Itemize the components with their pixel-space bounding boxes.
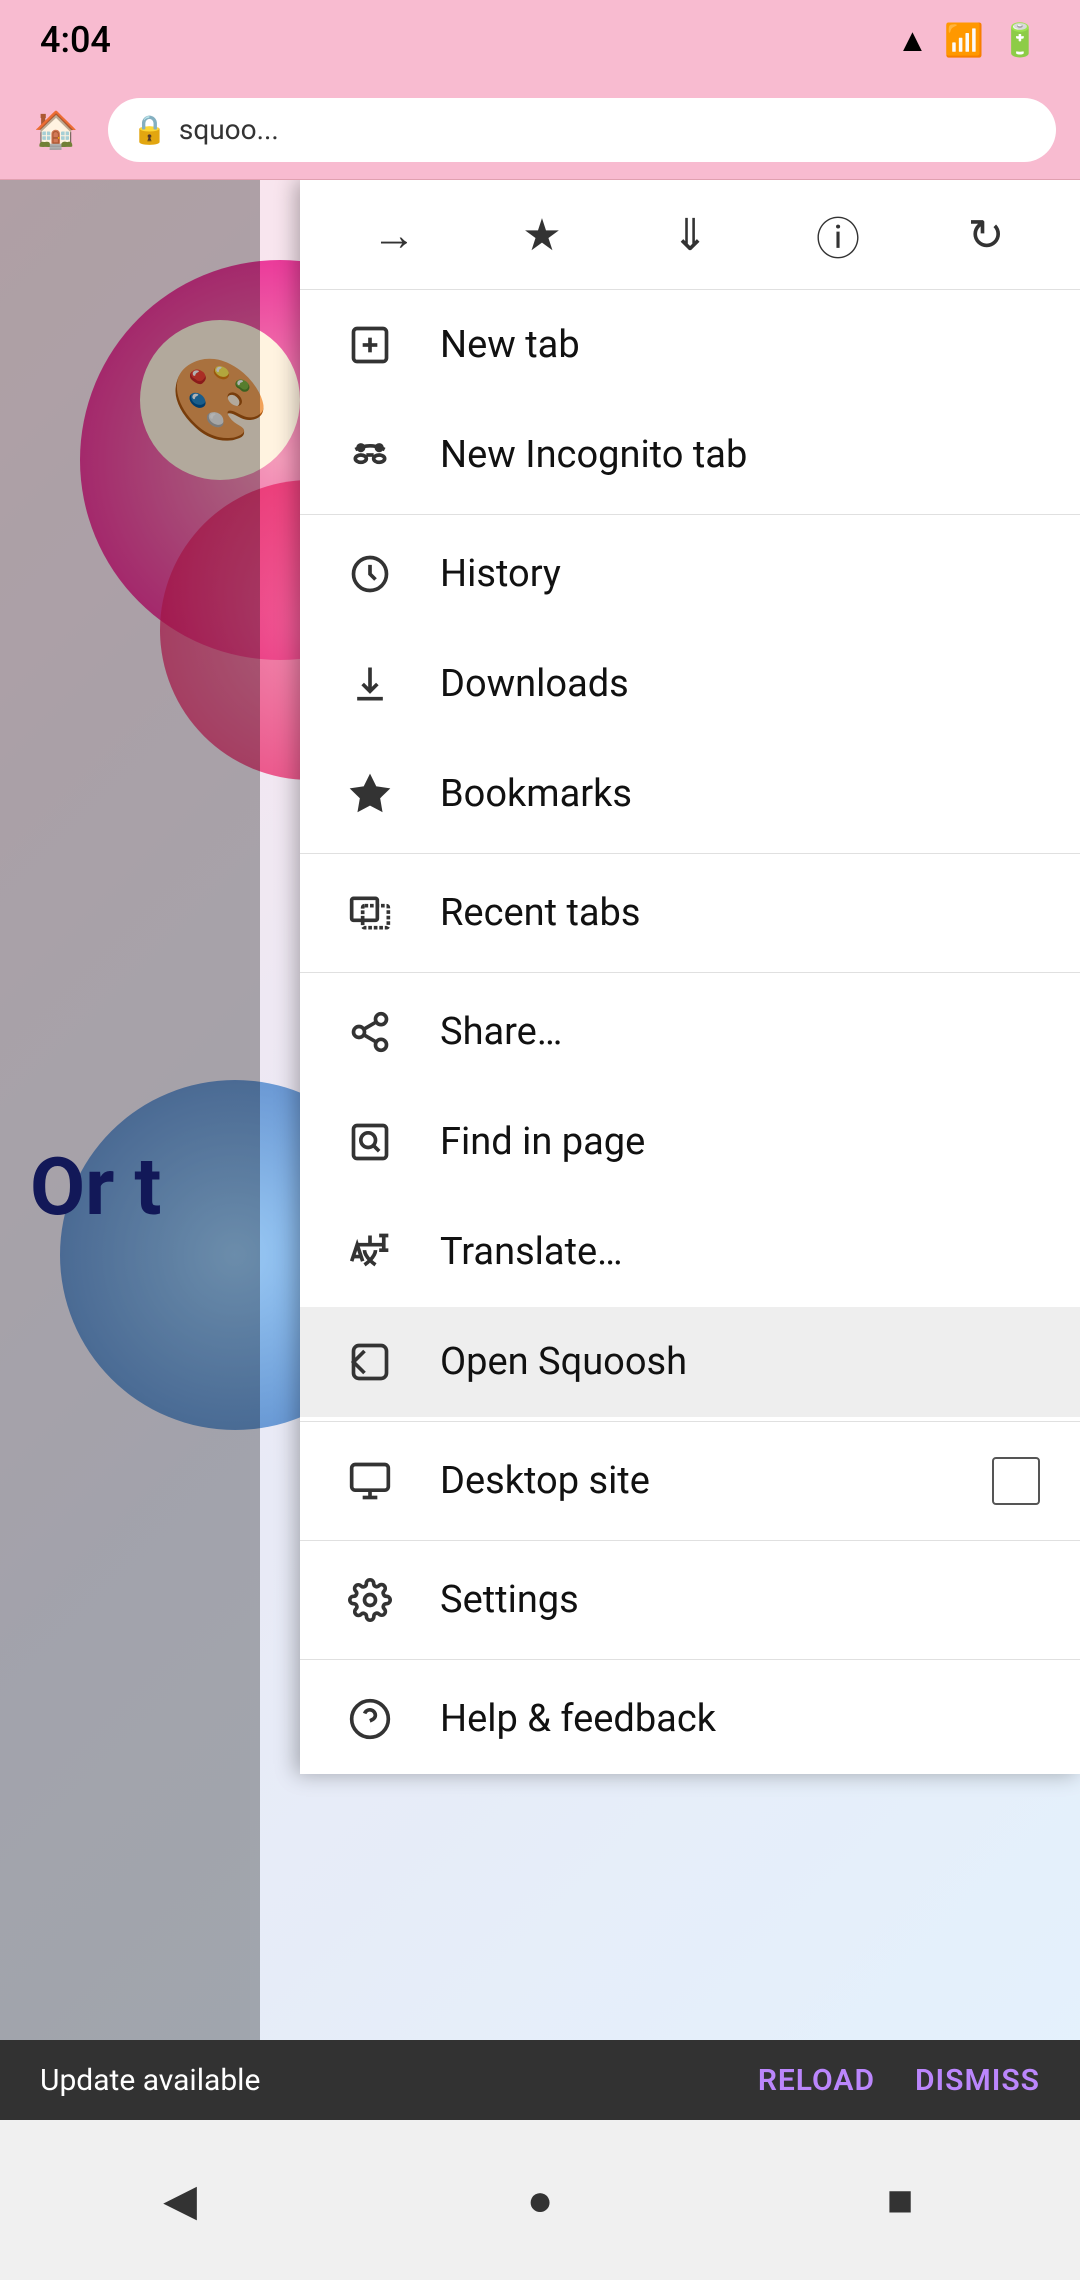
translate-icon bbox=[340, 1222, 400, 1282]
menu-items: New tab New Incognito tab History Downloads… bbox=[300, 290, 1080, 1774]
menu-divider bbox=[300, 1540, 1080, 1541]
bookmark-button[interactable]: ★ bbox=[502, 195, 582, 275]
menu-item-label-help-feedback: Help & feedback bbox=[440, 1697, 1040, 1741]
menu-divider bbox=[300, 1659, 1080, 1660]
menu-item-label-find-in-page: Find in page bbox=[440, 1120, 1040, 1164]
menu-divider bbox=[300, 853, 1080, 854]
menu-item-translate[interactable]: Translate… bbox=[300, 1197, 1080, 1307]
desktop-site-checkbox[interactable] bbox=[992, 1457, 1040, 1505]
address-bar: 🏠 🔒 squoo... bbox=[0, 80, 1080, 180]
page-background: 🎨 Or t → ★ ⇓ ⓘ ↻ New tabNew Incognito ta… bbox=[0, 180, 1080, 2280]
signal-icon: ▲ bbox=[897, 21, 929, 59]
bookmark-star-icon: ★ bbox=[522, 209, 561, 261]
menu-item-new-tab[interactable]: New tab bbox=[300, 290, 1080, 400]
menu-item-downloads[interactable]: Downloads bbox=[300, 629, 1080, 739]
square-button[interactable]: ■ bbox=[860, 2160, 940, 2240]
wifi-icon: 📶 bbox=[944, 21, 984, 59]
square-icon: ■ bbox=[887, 2174, 914, 2226]
circle-button[interactable]: ● bbox=[500, 2160, 580, 2240]
menu-item-desktop-site[interactable]: Desktop site bbox=[300, 1426, 1080, 1536]
nav-bar: ◀ ● ■ bbox=[0, 2120, 1080, 2280]
downloads-icon bbox=[340, 654, 400, 714]
info-icon: ⓘ bbox=[816, 203, 860, 267]
forward-icon: → bbox=[372, 209, 416, 261]
settings-icon bbox=[340, 1570, 400, 1630]
menu-item-label-desktop-site: Desktop site bbox=[440, 1459, 992, 1503]
reload-button[interactable]: RELOAD bbox=[758, 2063, 875, 2098]
refresh-button[interactable]: ↻ bbox=[946, 195, 1026, 275]
back-button[interactable]: ◀ bbox=[140, 2160, 220, 2240]
share-icon bbox=[340, 1002, 400, 1062]
menu-item-label-settings: Settings bbox=[440, 1578, 1040, 1622]
menu-item-history[interactable]: History bbox=[300, 519, 1080, 629]
download-toolbar-button[interactable]: ⇓ bbox=[650, 195, 730, 275]
menu-item-label-translate: Translate… bbox=[440, 1230, 1040, 1274]
menu-divider bbox=[300, 972, 1080, 973]
desktop-icon bbox=[340, 1451, 400, 1511]
recent-tabs-icon bbox=[340, 883, 400, 943]
menu-item-label-new-incognito-tab: New Incognito tab bbox=[440, 433, 1040, 477]
menu-divider bbox=[300, 514, 1080, 515]
overlay-dim bbox=[0, 180, 260, 2280]
menu-item-label-new-tab: New tab bbox=[440, 323, 1040, 367]
menu-item-label-open-squoosh: Open Squoosh bbox=[440, 1340, 1040, 1384]
help-icon bbox=[340, 1689, 400, 1749]
menu-item-recent-tabs[interactable]: Recent tabs bbox=[300, 858, 1080, 968]
new-tab-icon bbox=[340, 315, 400, 375]
menu-item-settings[interactable]: Settings bbox=[300, 1545, 1080, 1655]
status-time: 4:04 bbox=[40, 19, 111, 61]
update-actions: RELOAD DISMISS bbox=[758, 2063, 1040, 2098]
home-icon: 🏠 bbox=[34, 109, 79, 151]
forward-button[interactable]: → bbox=[354, 195, 434, 275]
bookmarks-icon bbox=[340, 764, 400, 824]
dismiss-button[interactable]: DISMISS bbox=[915, 2063, 1040, 2098]
status-icons: ▲ 📶 🔋 bbox=[897, 21, 1040, 59]
incognito-icon bbox=[340, 425, 400, 485]
menu-item-share[interactable]: Share… bbox=[300, 977, 1080, 1087]
battery-icon: 🔋 bbox=[1000, 21, 1040, 59]
back-icon: ◀ bbox=[163, 2174, 197, 2226]
menu-item-help-feedback[interactable]: Help & feedback bbox=[300, 1664, 1080, 1774]
menu-divider bbox=[300, 1421, 1080, 1422]
download-icon: ⇓ bbox=[672, 209, 709, 261]
update-bar: Update available RELOAD DISMISS bbox=[0, 2040, 1080, 2120]
url-bar[interactable]: 🔒 squoo... bbox=[108, 98, 1056, 162]
menu-item-new-incognito-tab[interactable]: New Incognito tab bbox=[300, 400, 1080, 510]
find-icon bbox=[340, 1112, 400, 1172]
menu-item-label-share: Share… bbox=[440, 1010, 1040, 1054]
menu-item-bookmarks[interactable]: Bookmarks bbox=[300, 739, 1080, 849]
home-button[interactable]: 🏠 bbox=[24, 98, 88, 162]
menu-item-label-bookmarks: Bookmarks bbox=[440, 772, 1040, 816]
context-menu: → ★ ⇓ ⓘ ↻ New tab New Incognito tab Histor… bbox=[300, 180, 1080, 1774]
update-message: Update available bbox=[40, 2063, 260, 2098]
status-bar: 4:04 ▲ 📶 🔋 bbox=[0, 0, 1080, 80]
open-squoosh-icon bbox=[340, 1332, 400, 1392]
history-icon bbox=[340, 544, 400, 604]
menu-item-open-squoosh[interactable]: Open Squoosh bbox=[300, 1307, 1080, 1417]
menu-toolbar: → ★ ⇓ ⓘ ↻ bbox=[300, 180, 1080, 290]
menu-item-label-recent-tabs: Recent tabs bbox=[440, 891, 1040, 935]
menu-item-label-downloads: Downloads bbox=[440, 662, 1040, 706]
menu-item-label-history: History bbox=[440, 552, 1040, 596]
info-button[interactable]: ⓘ bbox=[798, 195, 878, 275]
circle-icon: ● bbox=[527, 2174, 554, 2226]
menu-item-find-in-page[interactable]: Find in page bbox=[300, 1087, 1080, 1197]
lock-icon: 🔒 bbox=[132, 113, 167, 146]
url-text: squoo... bbox=[179, 113, 279, 146]
refresh-icon: ↻ bbox=[968, 209, 1005, 261]
